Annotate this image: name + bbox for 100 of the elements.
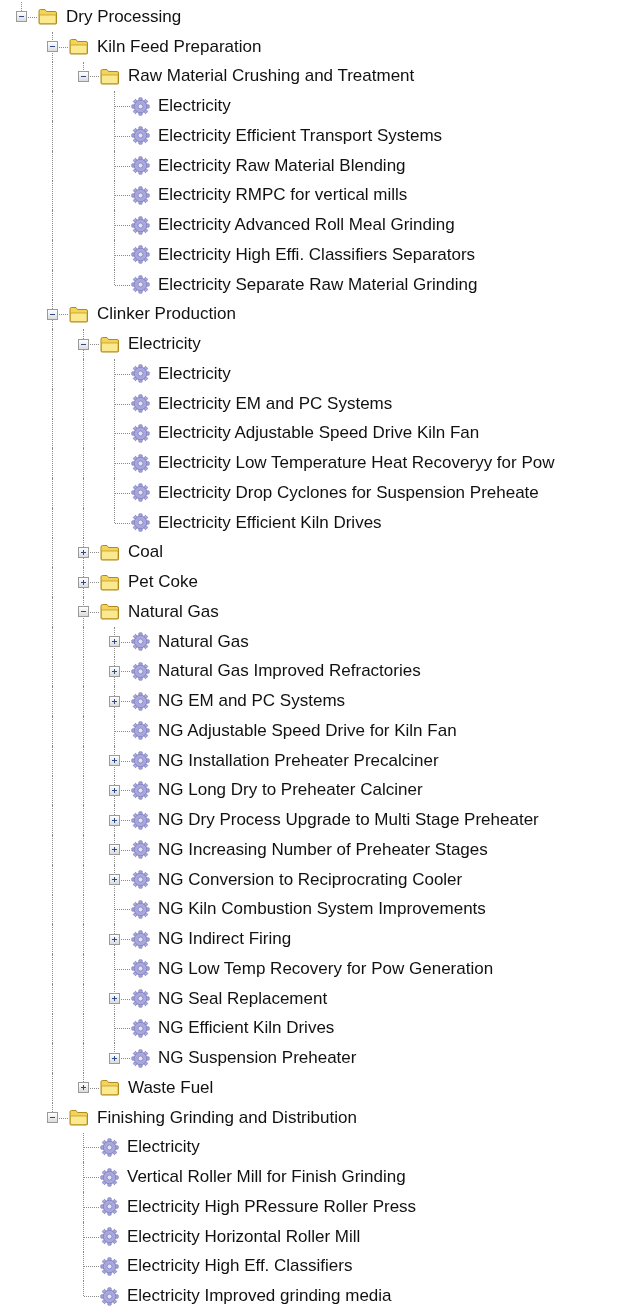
gear-icon [131, 245, 150, 265]
expand-toggle[interactable] [108, 695, 120, 707]
expand-toggle[interactable] [108, 636, 120, 648]
tree-node-label[interactable]: NG Indirect Firing [156, 929, 292, 950]
gear-icon [100, 1227, 119, 1247]
folder-icon [38, 8, 58, 26]
tree-node-label[interactable]: Electricity Drop Cyclones for Suspension Preheate [156, 482, 539, 503]
tree-node-label[interactable]: NG Low Temp Recovery for Pow Generation [156, 958, 494, 979]
gear-icon [100, 1167, 119, 1187]
tree-node-label[interactable]: Electricity Horizontal Roller Mill [125, 1226, 361, 1247]
gear-icon [100, 1256, 119, 1276]
tree-node-label[interactable]: NG Installation Preheater Precalciner [156, 750, 439, 771]
tree-node-label[interactable]: Electricity High Eff. Classifiers [125, 1256, 353, 1277]
tree-node-label[interactable]: Clinker Production [95, 304, 236, 325]
tree-node-label[interactable]: NG Conversion to Reciprocrating Cooler [156, 869, 463, 890]
tree-node-label[interactable]: Electricity [156, 363, 231, 384]
expand-toggle[interactable] [108, 755, 120, 767]
expand-toggle[interactable] [77, 546, 89, 558]
gear-icon [131, 394, 150, 414]
tree-node-label[interactable]: NG Increasing Number of Preheater Stages [156, 839, 488, 860]
collapse-toggle[interactable] [46, 41, 58, 53]
gear-icon [131, 661, 150, 681]
expand-toggle[interactable] [108, 784, 120, 796]
tree-node-label[interactable]: Electricity RMPC for vertical mills [156, 185, 408, 206]
tree-node-label[interactable]: Electricity Separate Raw Material Grinding [156, 274, 478, 295]
gear-icon [131, 1018, 150, 1038]
tree-node-label[interactable]: Electricity EM and PC Systems [156, 393, 393, 414]
tree-node-label[interactable]: Electricity Low Temperature Heat Recoveryy for Pow [156, 453, 555, 474]
collapse-toggle[interactable] [77, 338, 89, 350]
tree-node-label[interactable]: Raw Material Crushing and Treatment [126, 66, 415, 87]
tree-node-label[interactable]: NG EM and PC Systems [156, 691, 346, 712]
tree-node-label[interactable]: NG Suspension Preheater [156, 1048, 357, 1069]
collapse-toggle[interactable] [46, 1112, 58, 1124]
gear-icon [131, 453, 150, 473]
tree-node-label[interactable]: Electricity Efficient Kiln Drives [156, 512, 382, 533]
gear-icon [131, 126, 150, 146]
tree-node-label[interactable]: Electricity Raw Material Blending [156, 155, 406, 176]
tree-node-label[interactable]: Electricity Adjustable Speed Drive Kiln Fan [156, 423, 480, 444]
tree-node-label[interactable]: Electricity Improved grinding media [125, 1286, 392, 1307]
tree-node-label[interactable]: Finishing Grinding and Distribution [95, 1107, 357, 1128]
tree-node-label[interactable]: Waste Fuel [126, 1077, 214, 1098]
folder-icon [100, 335, 120, 353]
expand-toggle[interactable] [108, 1052, 120, 1064]
gear-icon [131, 632, 150, 652]
tree-node-label[interactable]: Pet Coke [126, 572, 198, 593]
tree-node-label[interactable]: NG Seal Replacement [156, 988, 328, 1009]
expand-toggle[interactable] [108, 814, 120, 826]
folder-icon [69, 38, 89, 56]
folder-icon [100, 1079, 120, 1097]
collapse-toggle[interactable] [77, 70, 89, 82]
tree-node-label[interactable]: Electricity Advanced Roll Meal Grinding [156, 215, 455, 236]
expand-toggle[interactable] [108, 933, 120, 945]
tree-node-label[interactable]: NG Kiln Combustion System Improvements [156, 899, 486, 920]
tree-node-label[interactable]: Electricity [156, 96, 231, 117]
gear-icon [131, 513, 150, 533]
expand-toggle[interactable] [77, 1082, 89, 1094]
tree-node-label[interactable]: Coal [126, 542, 163, 563]
tree-node-label[interactable]: Dry Processing [64, 6, 182, 27]
gear-icon [131, 840, 150, 860]
collapse-toggle[interactable] [46, 308, 58, 320]
folder-icon [69, 305, 89, 323]
gear-icon [131, 483, 150, 503]
tree-node-label[interactable]: Electricity [126, 334, 201, 355]
gear-icon [131, 364, 150, 384]
folder-icon [100, 573, 120, 591]
gear-icon [131, 780, 150, 800]
collapse-toggle[interactable] [77, 606, 89, 618]
tree-node-label[interactable]: NG Efficient Kiln Drives [156, 1018, 335, 1039]
tree-node-label[interactable]: Electricity Efficient Transport Systems [156, 125, 443, 146]
gear-icon [131, 275, 150, 295]
expand-toggle[interactable] [108, 993, 120, 1005]
tree-node-label[interactable]: Electricity [125, 1137, 200, 1158]
gear-icon [131, 751, 150, 771]
gear-icon [131, 929, 150, 949]
tree-node-label[interactable]: NG Dry Process Upgrade to Multi Stage Preheater [156, 810, 539, 831]
tree-node-label[interactable]: Natural Gas Improved Refractories [156, 661, 421, 682]
expand-toggle[interactable] [108, 665, 120, 677]
gear-icon [131, 989, 150, 1009]
tree-node-label[interactable]: Kiln Feed Preparation [95, 36, 262, 57]
expand-toggle[interactable] [77, 576, 89, 588]
tree-node-label[interactable]: NG Long Dry to Preheater Calciner [156, 780, 423, 801]
tree-node-label[interactable]: Natural Gas [126, 601, 219, 622]
expand-toggle[interactable] [108, 844, 120, 856]
folder-icon [100, 543, 120, 561]
gear-icon [131, 721, 150, 741]
gear-icon [131, 96, 150, 116]
tree-node-label[interactable]: NG Adjustable Speed Drive for Kiln Fan [156, 720, 457, 741]
gear-icon [131, 185, 150, 205]
tree-node-label[interactable]: Vertical Roller Mill for Finish Grinding [125, 1167, 406, 1188]
tree-node-label[interactable]: Natural Gas [156, 631, 249, 652]
gear-icon [131, 215, 150, 235]
gear-icon [131, 691, 150, 711]
collapse-toggle[interactable] [15, 11, 27, 23]
tree-node-label[interactable]: Electricity High PRessure Roller Press [125, 1196, 417, 1217]
gear-icon [100, 1197, 119, 1217]
gear-icon [100, 1137, 119, 1157]
tree-node-label[interactable]: Electricity High Effi. Classifiers Separators [156, 244, 476, 265]
gear-icon [131, 870, 150, 890]
expand-toggle[interactable] [108, 874, 120, 886]
gear-icon [100, 1286, 119, 1306]
